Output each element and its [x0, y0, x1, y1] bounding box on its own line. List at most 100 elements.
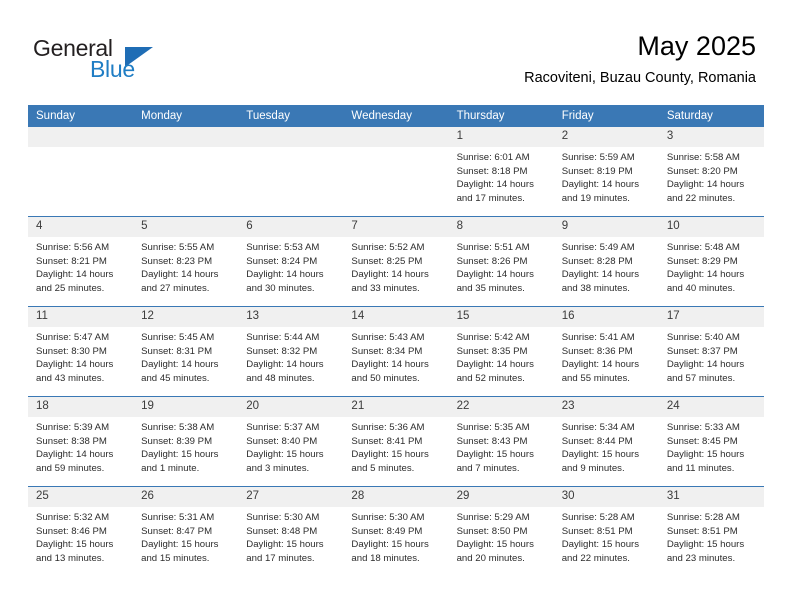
generalblue-logo[interactable]: General Blue	[33, 35, 213, 83]
calendar-day-cell[interactable]: 9 Sunrise: 5:49 AM Sunset: 8:28 PM Daylight…	[553, 216, 659, 307]
day-number: 1	[448, 127, 554, 147]
day-details: Sunrise: 5:28 AM Sunset: 8:51 PM Daylight:…	[554, 507, 659, 565]
daylight-duration-line1: Daylight: 15 hours	[561, 449, 640, 461]
daylight-duration-line2: and 45 minutes.	[141, 372, 210, 384]
weekday-header-sunday: Sunday	[28, 105, 134, 127]
sunset-time: Sunset: 8:23 PM	[141, 255, 213, 267]
sunset-time: Sunset: 8:31 PM	[141, 345, 213, 357]
day-number	[28, 127, 134, 147]
calendar-body: 1 Sunrise: 6:01 AM Sunset: 8:18 PM Daylight…	[28, 127, 764, 576]
calendar-header-row: Sunday Monday Tuesday Wednesday Thursday…	[28, 105, 764, 127]
daylight-duration-line2: and 15 minutes.	[141, 552, 210, 564]
calendar-day-cell[interactable]: 2 Sunrise: 5:59 AM Sunset: 8:19 PM Daylight…	[553, 127, 659, 217]
calendar-day-cell[interactable]: 31 Sunrise: 5:28 AM Sunset: 8:51 PM Dayligh…	[658, 486, 764, 576]
daylight-duration-line1: Daylight: 14 hours	[666, 179, 745, 191]
calendar-week-row: 4 Sunrise: 5:56 AM Sunset: 8:21 PM Daylight…	[28, 216, 764, 307]
calendar-day-cell[interactable]: 21 Sunrise: 5:36 AM Sunset: 8:41 PM Dayligh…	[343, 396, 449, 487]
calendar-day-cell[interactable]: 8 Sunrise: 5:51 AM Sunset: 8:26 PM Daylight…	[448, 216, 554, 307]
sunset-time: Sunset: 8:24 PM	[246, 255, 318, 267]
day-number: 26	[133, 487, 239, 507]
calendar-day-cell[interactable]: 26 Sunrise: 5:31 AM Sunset: 8:47 PM Dayligh…	[133, 486, 239, 576]
calendar-day-cell[interactable]: 12 Sunrise: 5:45 AM Sunset: 8:31 PM Dayligh…	[133, 306, 239, 397]
day-details: Sunrise: 5:32 AM Sunset: 8:46 PM Daylight:…	[28, 507, 133, 565]
daylight-duration-line2: and 50 minutes.	[351, 372, 420, 384]
calendar-day-cell[interactable]: 30 Sunrise: 5:28 AM Sunset: 8:51 PM Dayligh…	[553, 486, 659, 576]
daylight-duration-line2: and 1 minute.	[141, 462, 200, 474]
daylight-duration-line2: and 40 minutes.	[666, 282, 736, 294]
daylight-duration-line1: Daylight: 15 hours	[456, 539, 534, 551]
calendar-day-cell[interactable]: 28 Sunrise: 5:30 AM Sunset: 8:49 PM Dayligh…	[343, 486, 449, 576]
daylight-duration-line1: Daylight: 15 hours	[666, 539, 745, 551]
sunrise-time: Sunrise: 5:34 AM	[561, 422, 635, 433]
day-details: Sunrise: 5:31 AM Sunset: 8:47 PM Daylight:…	[133, 507, 238, 565]
daylight-duration-line1: Daylight: 14 hours	[141, 269, 219, 281]
calendar-day-cell[interactable]: 6 Sunrise: 5:53 AM Sunset: 8:24 PM Daylight…	[238, 216, 344, 307]
day-details: Sunrise: 5:48 AM Sunset: 8:29 PM Daylight:…	[659, 237, 764, 295]
daylight-duration-line1: Daylight: 14 hours	[561, 269, 640, 281]
location-subtitle: Racoviteni, Buzau County, Romania	[524, 70, 756, 86]
calendar-day-cell[interactable]: 5 Sunrise: 5:55 AM Sunset: 8:23 PM Daylight…	[133, 216, 239, 307]
day-details: Sunrise: 5:34 AM Sunset: 8:44 PM Daylight:…	[554, 417, 659, 475]
calendar-day-cell[interactable]: 22 Sunrise: 5:35 AM Sunset: 8:43 PM Dayligh…	[448, 396, 554, 487]
daylight-duration-line1: Daylight: 14 hours	[246, 359, 324, 371]
daylight-duration-line2: and 17 minutes.	[246, 552, 315, 564]
sunset-time: Sunset: 8:40 PM	[246, 435, 318, 447]
day-details: Sunrise: 5:42 AM Sunset: 8:35 PM Daylight:…	[449, 327, 554, 385]
calendar-day-cell[interactable]: 23 Sunrise: 5:34 AM Sunset: 8:44 PM Dayligh…	[553, 396, 659, 487]
calendar-day-cell[interactable]: 3 Sunrise: 5:58 AM Sunset: 8:20 PM Daylight…	[658, 127, 764, 217]
calendar-day-cell[interactable]: 15 Sunrise: 5:42 AM Sunset: 8:35 PM Dayligh…	[448, 306, 554, 397]
calendar-day-cell[interactable]: 27 Sunrise: 5:30 AM Sunset: 8:48 PM Dayligh…	[238, 486, 344, 576]
sunrise-time: Sunrise: 5:28 AM	[666, 512, 740, 523]
sunset-time: Sunset: 8:30 PM	[36, 345, 107, 357]
sunrise-time: Sunrise: 5:41 AM	[561, 332, 635, 343]
daylight-duration-line1: Daylight: 14 hours	[36, 449, 114, 461]
day-number: 18	[28, 397, 134, 417]
day-details: Sunrise: 5:52 AM Sunset: 8:25 PM Daylight:…	[343, 237, 448, 295]
day-details: Sunrise: 5:38 AM Sunset: 8:39 PM Daylight:…	[133, 417, 238, 475]
day-number: 31	[658, 487, 764, 507]
day-number: 22	[448, 397, 554, 417]
day-details: Sunrise: 5:58 AM Sunset: 8:20 PM Daylight:…	[659, 147, 764, 205]
calendar-day-cell[interactable]: 7 Sunrise: 5:52 AM Sunset: 8:25 PM Daylight…	[343, 216, 449, 307]
page-header: General Blue May 2025 Racoviteni, Buzau …	[0, 0, 792, 104]
calendar-day-cell[interactable]: 16 Sunrise: 5:41 AM Sunset: 8:36 PM Dayligh…	[553, 306, 659, 397]
day-number: 15	[448, 307, 554, 327]
calendar-day-cell[interactable]: 11 Sunrise: 5:47 AM Sunset: 8:30 PM Dayligh…	[28, 306, 134, 397]
day-details: Sunrise: 5:49 AM Sunset: 8:28 PM Daylight:…	[554, 237, 659, 295]
day-details: Sunrise: 5:30 AM Sunset: 8:48 PM Daylight:…	[238, 507, 343, 565]
calendar-day-cell[interactable]: 14 Sunrise: 5:43 AM Sunset: 8:34 PM Dayligh…	[343, 306, 449, 397]
day-number: 13	[238, 307, 344, 327]
calendar-day-cell[interactable]: 13 Sunrise: 5:44 AM Sunset: 8:32 PM Dayligh…	[238, 306, 344, 397]
calendar-day-cell[interactable]: 25 Sunrise: 5:32 AM Sunset: 8:46 PM Dayligh…	[28, 486, 134, 576]
weekday-header-wednesday: Wednesday	[343, 105, 449, 127]
sunset-time: Sunset: 8:51 PM	[666, 525, 738, 537]
sunrise-time: Sunrise: 5:32 AM	[36, 512, 110, 523]
calendar-day-cell[interactable]: 20 Sunrise: 5:37 AM Sunset: 8:40 PM Dayligh…	[238, 396, 344, 487]
calendar-day-cell[interactable]: 24 Sunrise: 5:33 AM Sunset: 8:45 PM Dayligh…	[658, 396, 764, 487]
daylight-duration-line1: Daylight: 14 hours	[141, 359, 219, 371]
daylight-duration-line1: Daylight: 14 hours	[351, 269, 429, 281]
title-block: May 2025 Racoviteni, Buzau County, Roman…	[524, 30, 756, 87]
sunset-time: Sunset: 8:26 PM	[456, 255, 528, 267]
daylight-duration-line1: Daylight: 14 hours	[36, 269, 114, 281]
sunset-time: Sunset: 8:49 PM	[351, 525, 423, 537]
daylight-duration-line2: and 11 minutes.	[666, 462, 735, 474]
daylight-duration-line1: Daylight: 15 hours	[141, 539, 219, 551]
calendar-day-cell[interactable]: 17 Sunrise: 5:40 AM Sunset: 8:37 PM Dayligh…	[658, 306, 764, 397]
calendar-day-cell-empty	[238, 127, 344, 217]
calendar-day-cell[interactable]: 1 Sunrise: 6:01 AM Sunset: 8:18 PM Daylight…	[448, 127, 554, 217]
sunrise-time: Sunrise: 5:56 AM	[36, 242, 110, 253]
calendar-day-cell[interactable]: 10 Sunrise: 5:48 AM Sunset: 8:29 PM Dayligh…	[658, 216, 764, 307]
sunrise-time: Sunrise: 5:40 AM	[666, 332, 740, 343]
sunset-time: Sunset: 8:21 PM	[36, 255, 107, 267]
sunrise-time: Sunrise: 5:42 AM	[456, 332, 530, 343]
daylight-duration-line2: and 52 minutes.	[456, 372, 525, 384]
day-number: 2	[553, 127, 659, 147]
calendar-day-cell[interactable]: 29 Sunrise: 5:29 AM Sunset: 8:50 PM Dayligh…	[448, 486, 554, 576]
calendar-day-cell[interactable]: 18 Sunrise: 5:39 AM Sunset: 8:38 PM Dayligh…	[28, 396, 134, 487]
calendar-day-cell[interactable]: 19 Sunrise: 5:38 AM Sunset: 8:39 PM Dayligh…	[133, 396, 239, 487]
calendar-day-cell[interactable]: 4 Sunrise: 5:56 AM Sunset: 8:21 PM Daylight…	[28, 216, 134, 307]
daylight-duration-line2: and 20 minutes.	[456, 552, 525, 564]
daylight-duration-line1: Daylight: 15 hours	[246, 539, 324, 551]
day-number: 24	[658, 397, 764, 417]
